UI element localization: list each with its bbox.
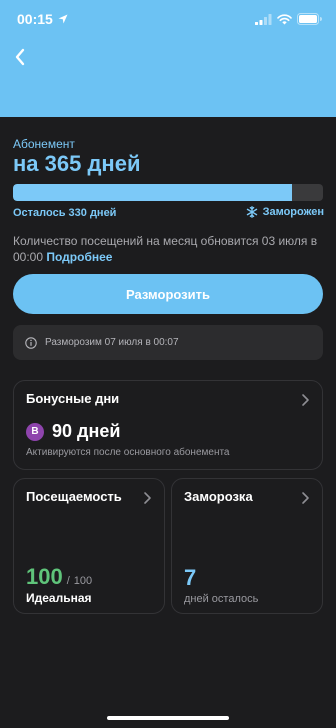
chevron-right-icon	[144, 492, 151, 504]
visits-info: Количество посещений на месяц обновится …	[13, 233, 325, 265]
unfreeze-notice: Разморозим 07 июля в 00:07	[13, 325, 323, 360]
attendance-title: Посещаемость	[26, 489, 122, 504]
attendance-card[interactable]: Посещаемость 100 / 100 Идеальная	[13, 478, 165, 614]
status-time-group: 00:15	[17, 11, 68, 27]
back-chevron-icon	[15, 48, 25, 66]
info-icon	[25, 336, 37, 349]
subscription-label: Абонемент	[13, 137, 75, 151]
back-button[interactable]	[8, 44, 32, 70]
frozen-status-label: Заморожен	[262, 206, 324, 218]
bonus-days-note: Активируются после основного абонемента	[26, 447, 230, 458]
subscription-title: на 365 дней	[13, 151, 141, 176]
bonus-days-value: 90 дней	[52, 421, 121, 441]
status-bar: 00:15	[0, 0, 336, 40]
wifi-icon	[277, 13, 292, 24]
bonus-badge: B	[26, 422, 44, 441]
bonus-days-row: B 90 дней	[26, 421, 120, 442]
home-indicator[interactable]	[107, 716, 229, 720]
bonus-days-title: Бонусные дни	[26, 391, 120, 406]
chevron-right-icon	[302, 394, 309, 406]
signal-icon	[255, 13, 272, 25]
freeze-days-label: дней осталось	[184, 593, 259, 605]
attendance-separator: /	[66, 575, 70, 587]
attendance-label: Идеальная	[26, 591, 92, 605]
frozen-status: Заморожен	[246, 206, 324, 218]
attendance-value-group: 100 / 100	[26, 564, 92, 590]
chevron-right-icon	[302, 492, 309, 504]
status-icons	[255, 13, 322, 25]
attendance-max: 100	[73, 575, 93, 587]
snowflake-icon	[246, 206, 257, 218]
remaining-days: Осталось 330 дней	[13, 207, 117, 219]
subscription-progress-bar	[13, 184, 323, 201]
bonus-days-card[interactable]: Бонусные дни B 90 дней Активируются посл…	[13, 380, 323, 470]
unfreeze-notice-text: Разморозим 07 июля в 00:07	[45, 337, 179, 348]
status-time: 00:15	[17, 11, 53, 27]
battery-icon	[297, 13, 322, 25]
more-info-link[interactable]: Подробнее	[46, 250, 112, 264]
freeze-days-value: 7	[184, 565, 197, 590]
freeze-card[interactable]: Заморозка 7 дней осталось	[171, 478, 323, 614]
unfreeze-button[interactable]: Разморозить	[13, 274, 323, 314]
attendance-value: 100	[26, 564, 63, 589]
freeze-title: Заморозка	[184, 489, 253, 504]
subscription-progress-fill	[13, 184, 292, 201]
location-arrow-icon	[58, 14, 68, 24]
